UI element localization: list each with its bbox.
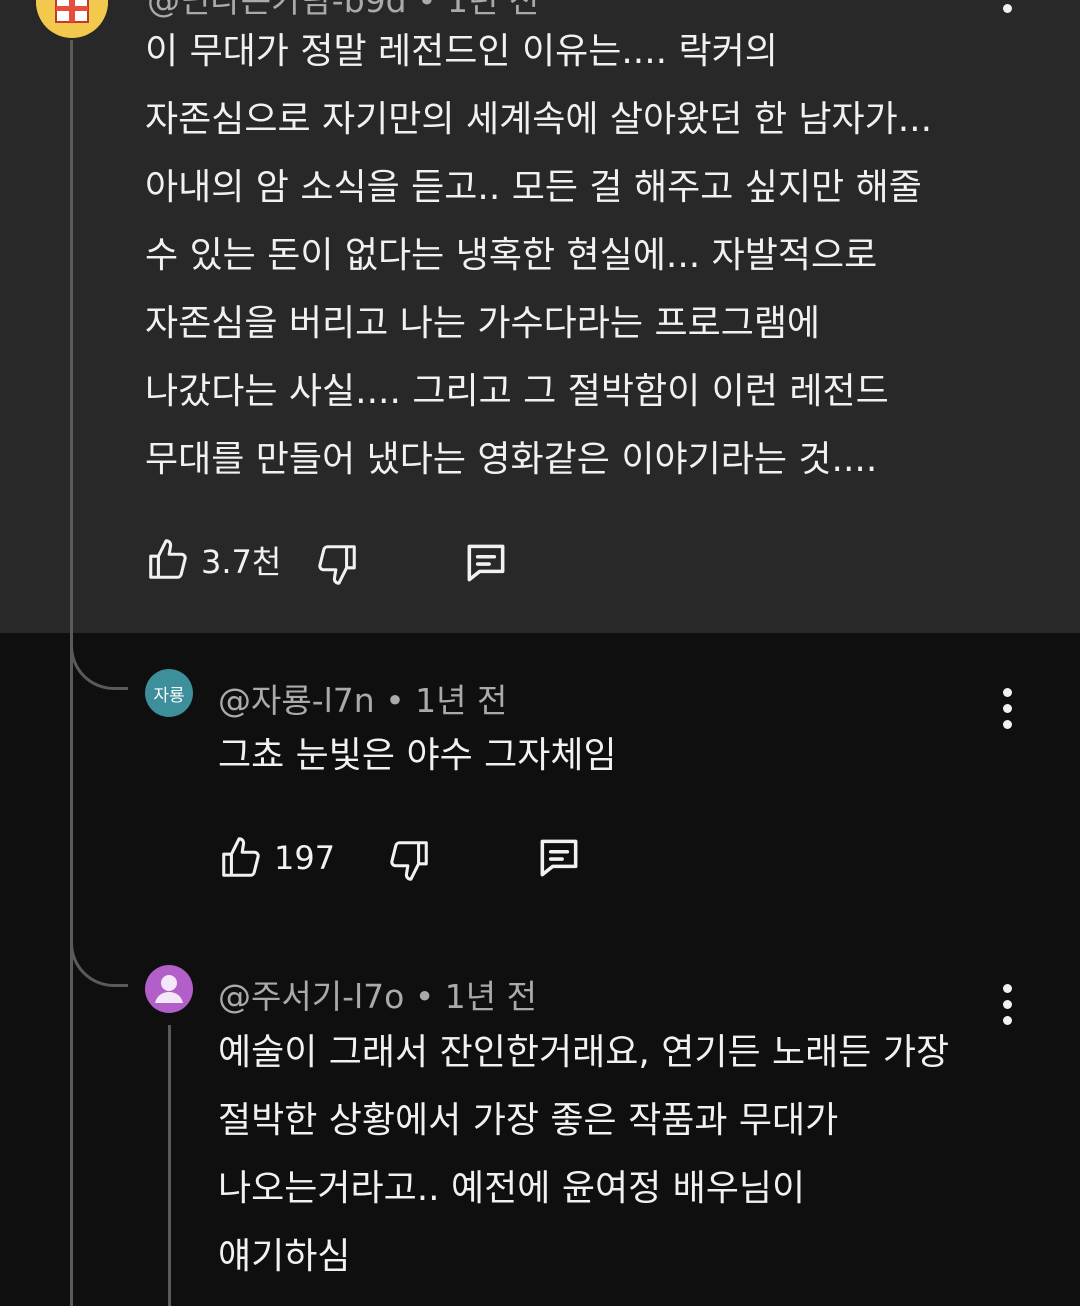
like-count: 3.7천 xyxy=(201,543,282,581)
reply-thread-line xyxy=(168,1025,171,1306)
comment-meta: @자룡-l7n • 1년 전 xyxy=(218,674,507,722)
thread-connector xyxy=(70,943,128,987)
thumbs-up-icon xyxy=(222,837,260,877)
default-user-icon xyxy=(155,975,183,1003)
like-count: 197 xyxy=(274,839,336,877)
dislike-button[interactable] xyxy=(386,836,432,884)
comment-time: • 1년 전 xyxy=(414,977,538,1016)
comment-text: 예술이 그래서 잔인한거래요, 연기든 노래든 가장 절박한 상황에서 가장 좋… xyxy=(218,1032,950,1277)
thumbs-down-icon xyxy=(318,545,356,585)
reply-button[interactable] xyxy=(460,538,512,588)
comment-author[interactable]: @자룡-l7n xyxy=(218,681,375,720)
reply-comment-icon xyxy=(467,544,505,582)
avatar[interactable] xyxy=(145,965,193,1013)
comment-author[interactable]: @주서기-l7o xyxy=(218,977,404,1016)
comment-meta: @주서기-l7o • 1년 전 xyxy=(218,970,537,1018)
reply-button[interactable] xyxy=(533,833,585,883)
comment-text: 이 무대가 정말 레전드인 이유는.... 락커의 자존심으로 자기만의 세계속… xyxy=(145,31,933,480)
thumbs-down-icon xyxy=(390,841,428,881)
comment-time: • 1년 전 xyxy=(385,681,508,720)
dislike-button[interactable] xyxy=(314,540,360,588)
comment-text: 그쵸 눈빛은 야수 그자체임 xyxy=(218,735,617,776)
thread-connector xyxy=(70,646,128,690)
like-button[interactable]: 3.7천 xyxy=(145,536,281,584)
more-options-button[interactable] xyxy=(999,0,1015,20)
avatar[interactable]: 자룡 xyxy=(145,669,193,717)
reply-comment-icon xyxy=(540,839,578,877)
avatar-initials: 자룡 xyxy=(153,685,185,706)
thumbs-up-icon xyxy=(149,539,187,579)
thread-line xyxy=(70,40,73,1306)
like-button[interactable]: 197 xyxy=(218,834,335,882)
